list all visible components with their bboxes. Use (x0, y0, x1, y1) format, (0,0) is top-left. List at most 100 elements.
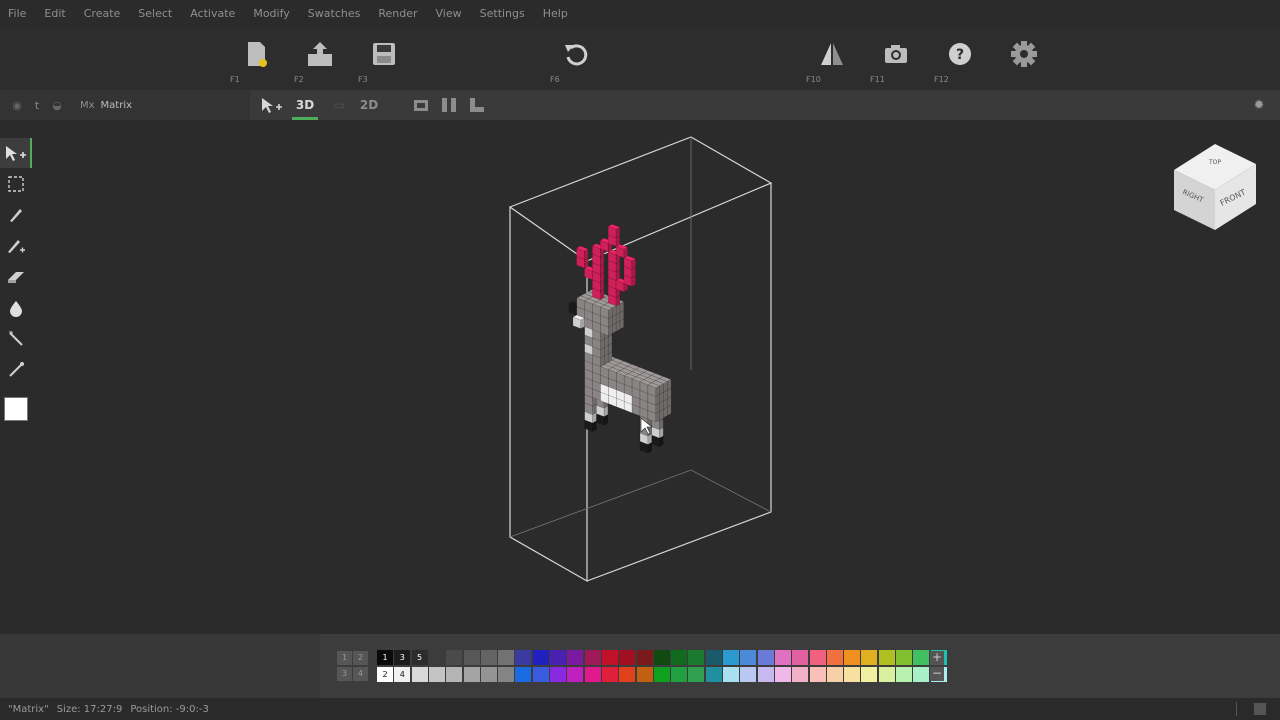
palette-color-swatch[interactable] (861, 667, 878, 682)
palette-color-swatch[interactable] (809, 667, 826, 682)
view-preset-1[interactable] (410, 90, 432, 120)
palette-color-swatch[interactable] (619, 667, 636, 682)
palette-color-swatch[interactable] (844, 650, 861, 665)
palette-color-swatch[interactable] (723, 667, 739, 682)
matrix-name[interactable]: Matrix (101, 100, 132, 111)
palette-color-swatch[interactable] (705, 650, 722, 665)
menu-help[interactable]: Help (543, 7, 568, 20)
palette-color-swatch[interactable] (878, 650, 895, 665)
resize-grip-icon[interactable] (1254, 703, 1266, 715)
menu-view[interactable]: View (436, 7, 462, 20)
palette-color-swatch[interactable] (913, 667, 930, 682)
palette-color-swatch[interactable] (463, 650, 480, 665)
palette-color-swatch[interactable] (498, 667, 515, 682)
palette-color-swatch[interactable] (550, 667, 566, 682)
palette-color-swatch[interactable] (878, 667, 895, 682)
palette-color-swatch[interactable] (601, 667, 618, 682)
palette-color-swatch[interactable] (515, 650, 532, 665)
palette-color-swatch[interactable] (671, 650, 688, 665)
picker-tool[interactable] (0, 355, 32, 385)
add-palette-button[interactable]: + (930, 651, 944, 665)
palette-slot-1[interactable]: 1 (337, 651, 352, 665)
palette-color-swatch[interactable] (792, 667, 809, 682)
screenshot-button[interactable]: F11 (866, 30, 926, 86)
palette-color-swatch[interactable] (601, 650, 618, 665)
palette-color-swatch[interactable] (705, 667, 722, 682)
palette-color-swatch[interactable] (826, 650, 843, 665)
palette-color-swatch[interactable] (480, 667, 497, 682)
palette-color-swatch[interactable] (636, 667, 653, 682)
palette-color-swatch[interactable] (723, 650, 739, 665)
palette-color-swatch[interactable] (774, 667, 791, 682)
menu-file[interactable]: File (8, 7, 26, 20)
brush-tool[interactable] (0, 231, 32, 261)
menu-settings[interactable]: Settings (480, 7, 525, 20)
menu-edit[interactable]: Edit (44, 7, 65, 20)
mirror-button[interactable]: F10 (802, 30, 862, 86)
palette-color-swatch[interactable] (740, 650, 757, 665)
remove-palette-button[interactable]: − (930, 667, 944, 681)
viewport-settings-button[interactable]: ✹ (1248, 90, 1270, 120)
palette-color-swatch[interactable] (463, 667, 480, 682)
palette-color-swatch[interactable] (515, 667, 532, 682)
menu-activate[interactable]: Activate (190, 7, 235, 20)
palette-color-swatch[interactable]: 5 (411, 650, 428, 665)
palette-color-swatch[interactable] (826, 667, 843, 682)
palette-color-swatch[interactable] (567, 650, 584, 665)
view-preset-2[interactable] (438, 90, 460, 120)
palette-color-swatch[interactable] (567, 667, 584, 682)
palette-color-swatch[interactable] (498, 650, 515, 665)
menu-select[interactable]: Select (138, 7, 172, 20)
palette-color-swatch[interactable] (740, 667, 757, 682)
palette-color-swatch[interactable] (446, 667, 463, 682)
palette-color-swatch[interactable] (774, 650, 791, 665)
palette-color-swatch[interactable] (584, 667, 601, 682)
menu-render[interactable]: Render (378, 7, 417, 20)
eraser-tool[interactable] (0, 262, 32, 292)
text-icon[interactable]: t (28, 96, 46, 114)
palette-color-swatch[interactable] (411, 667, 428, 682)
palette-slot-2[interactable]: 2 (353, 651, 368, 665)
fill-tool[interactable] (0, 293, 32, 323)
menu-swatches[interactable]: Swatches (308, 7, 361, 20)
palette-color-swatch[interactable] (896, 650, 912, 665)
palette-slot-4[interactable]: 4 (353, 667, 368, 681)
palette-color-swatch[interactable] (480, 650, 497, 665)
marquee-tool[interactable] (0, 169, 32, 199)
palette-color-swatch[interactable] (653, 667, 670, 682)
mode-3d-tab[interactable]: 3D (288, 90, 322, 120)
select-mode-button[interactable] (256, 90, 286, 120)
palette-slot-3[interactable]: 3 (337, 667, 352, 681)
palette-color-swatch[interactable] (446, 650, 463, 665)
menu-modify[interactable]: Modify (253, 7, 289, 20)
palette-color-swatch[interactable] (688, 667, 705, 682)
palette-color-swatch[interactable] (550, 650, 566, 665)
palette-color-swatch[interactable] (844, 667, 861, 682)
mode-2d-tab[interactable]: 2D (354, 90, 384, 120)
palette-color-swatch[interactable] (619, 650, 636, 665)
new-file-button[interactable]: F1 (226, 30, 286, 86)
palette-color-swatch[interactable] (428, 650, 445, 665)
view-cube[interactable]: TOP RIGHT FRONT (1170, 140, 1260, 240)
3d-viewport[interactable]: TOP RIGHT FRONT (0, 120, 1280, 634)
current-color-swatch[interactable] (4, 397, 28, 421)
palette-color-swatch[interactable] (653, 650, 670, 665)
palette-color-swatch[interactable] (428, 667, 445, 682)
palette-color-swatch[interactable]: 2 (377, 667, 393, 682)
view-preset-3[interactable] (466, 90, 488, 120)
visibility-icon[interactable]: ◒ (48, 96, 66, 114)
line-tool[interactable] (0, 324, 32, 354)
palette-color-swatch[interactable] (671, 667, 688, 682)
palette-color-swatch[interactable] (532, 650, 549, 665)
palette-color-swatch[interactable] (913, 650, 930, 665)
palette-color-swatch[interactable] (532, 667, 549, 682)
lock-icon[interactable]: ◉ (8, 96, 26, 114)
palette-color-swatch[interactable] (861, 650, 878, 665)
pencil-tool[interactable] (0, 200, 32, 230)
palette-color-swatch[interactable] (792, 650, 809, 665)
palette-color-swatch[interactable] (757, 650, 774, 665)
palette-color-swatch[interactable]: 4 (394, 667, 411, 682)
select-tool[interactable] (0, 138, 32, 168)
palette-color-swatch[interactable] (896, 667, 912, 682)
palette-color-swatch[interactable] (757, 667, 774, 682)
